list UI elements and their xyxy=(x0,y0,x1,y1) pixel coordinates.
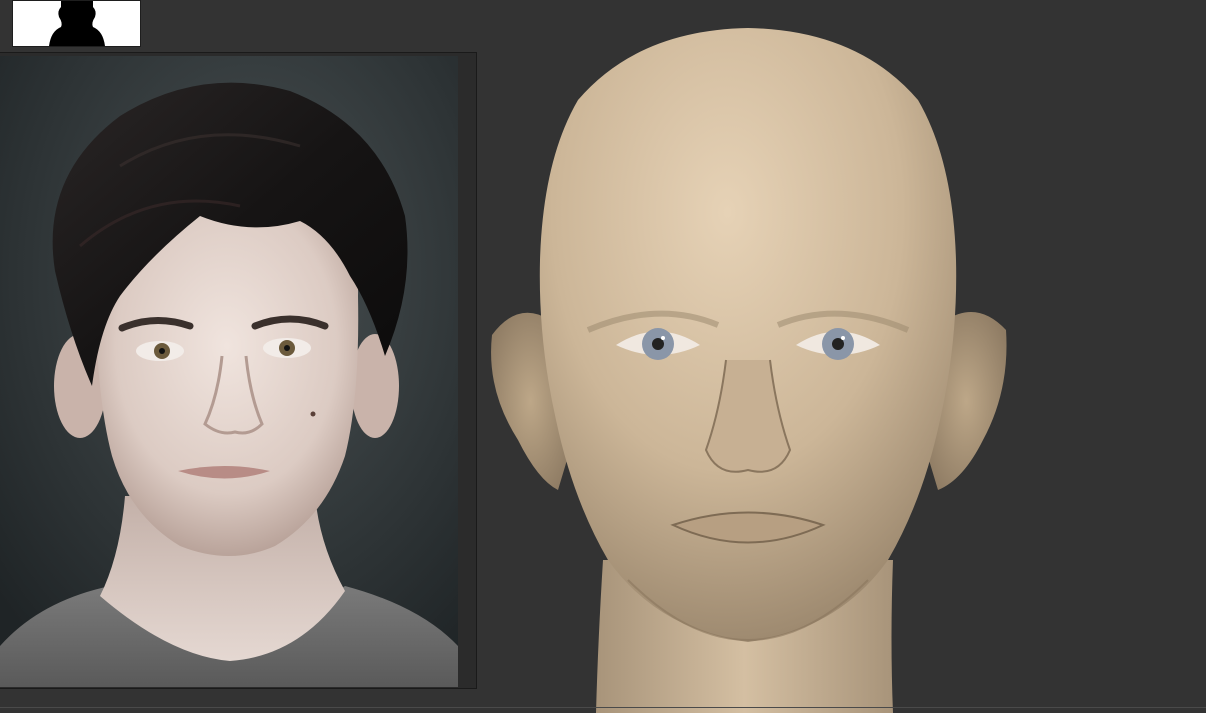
sculpt-model-head[interactable] xyxy=(478,0,1038,713)
sculpt-viewport[interactable] xyxy=(0,0,1206,713)
navigator-thumbnail[interactable] xyxy=(12,0,141,47)
head-silhouette-icon xyxy=(13,1,140,46)
reference-portrait-photo xyxy=(0,56,458,687)
reference-image-panel[interactable] xyxy=(0,52,477,689)
viewport-bottom-divider xyxy=(0,707,1206,708)
